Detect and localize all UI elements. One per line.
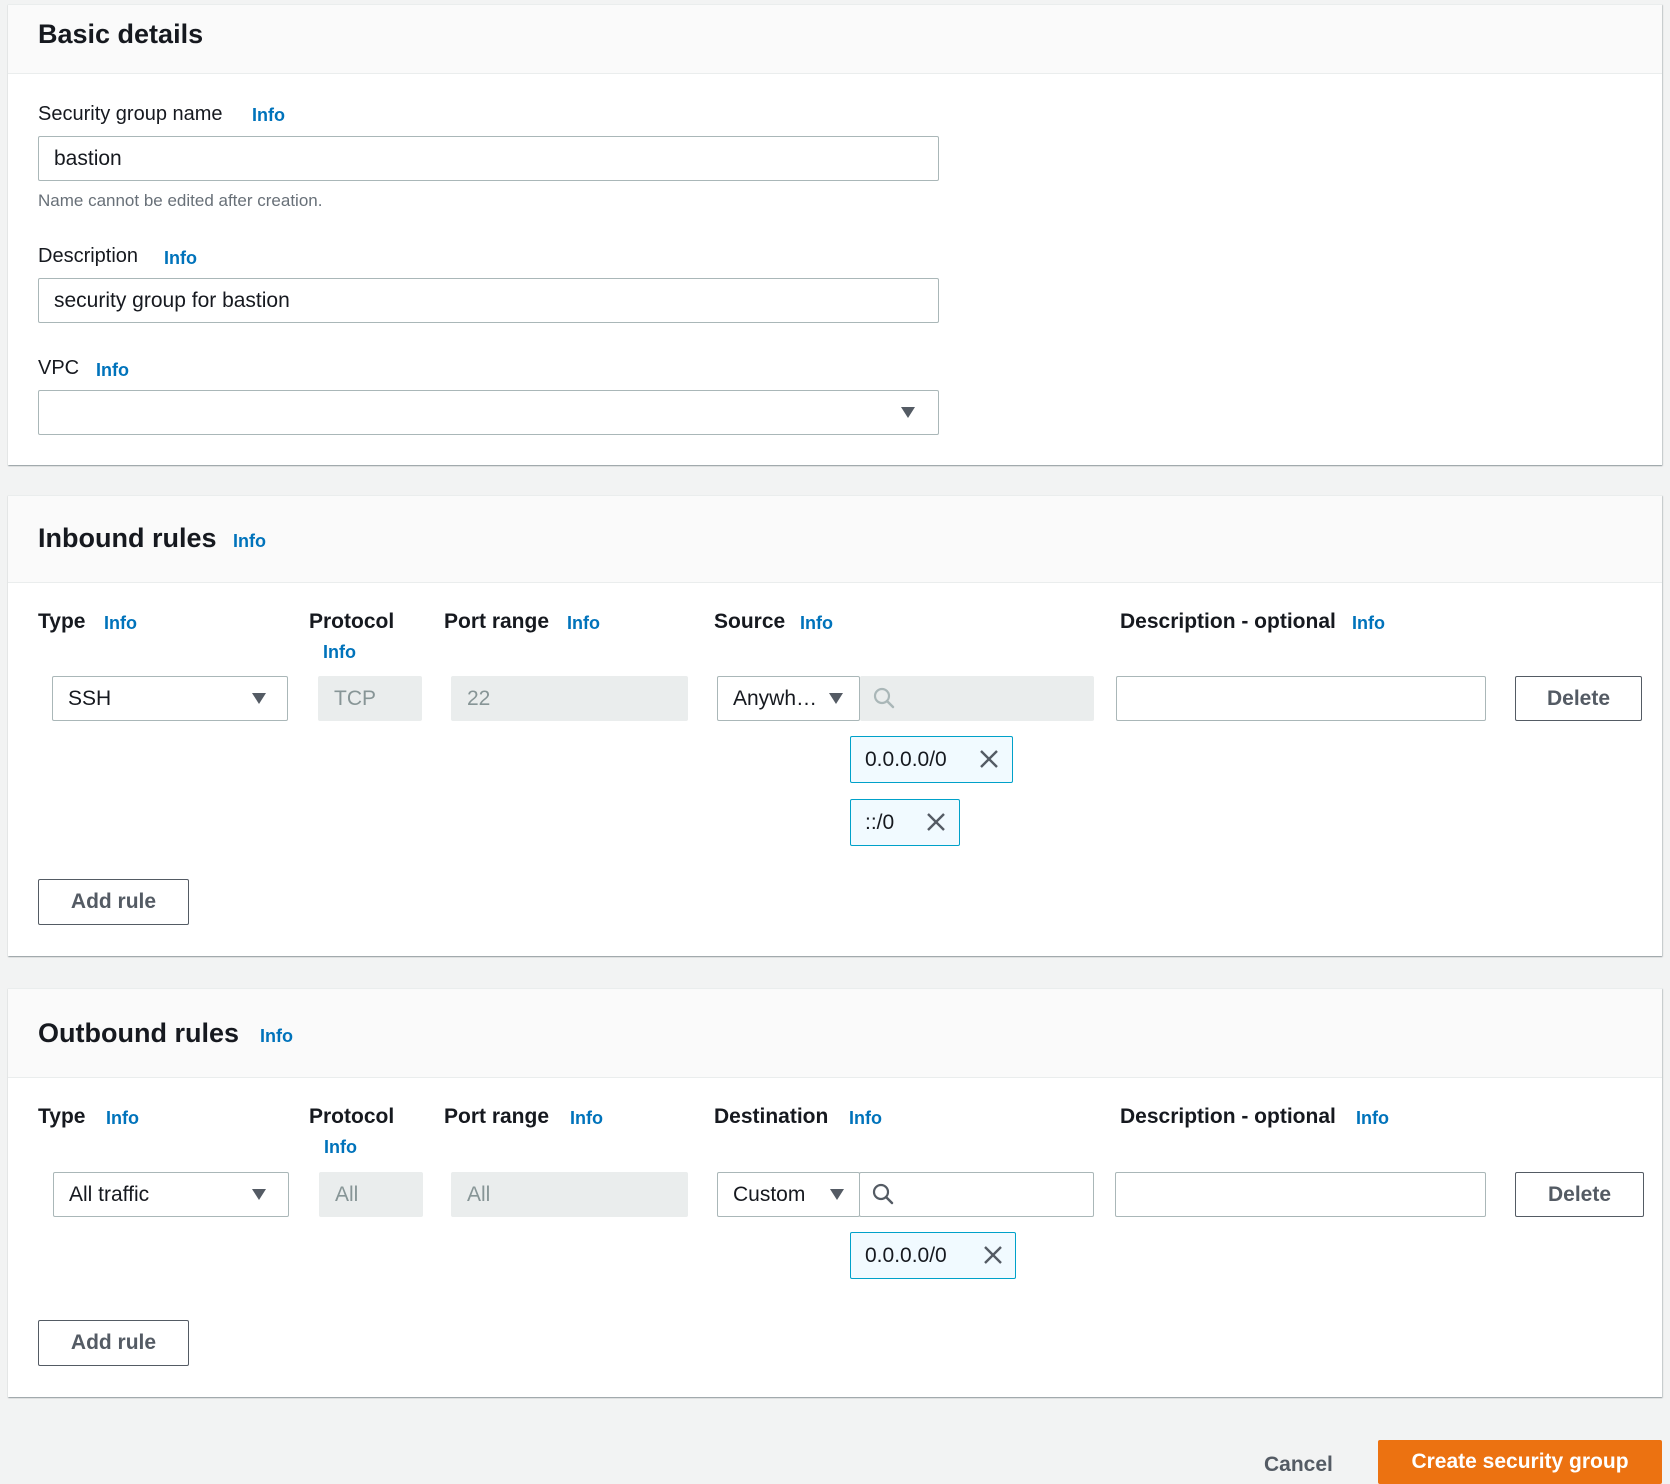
description-value: security group for bastion xyxy=(54,288,290,312)
inbound-source-search-input[interactable] xyxy=(860,676,1094,721)
close-icon[interactable] xyxy=(982,1244,1004,1266)
inbound-col-port-range: Port range xyxy=(444,610,550,633)
outbound-protocol-field: All xyxy=(319,1172,423,1217)
outbound-add-rule-button[interactable]: Add rule xyxy=(38,1320,189,1366)
outbound-col-port-range: Port range xyxy=(444,1105,550,1128)
outbound-destination-token-label: 0.0.0.0/0 xyxy=(865,1243,947,1267)
description-input[interactable]: security group for bastion xyxy=(38,278,939,323)
inbound-type-select[interactable]: SSH xyxy=(52,676,288,721)
inbound-col-description-info[interactable]: Info xyxy=(1352,613,1385,634)
security-group-name-label: Security group name xyxy=(38,103,223,125)
vpc-select[interactable] xyxy=(38,390,939,435)
outbound-col-description-info[interactable]: Info xyxy=(1356,1108,1389,1129)
chevron-down-icon xyxy=(252,693,266,704)
inbound-source-token: ::/0 xyxy=(850,799,960,846)
description-info-link[interactable]: Info xyxy=(164,248,197,269)
outbound-col-destination-info[interactable]: Info xyxy=(849,1108,882,1129)
inbound-type-value: SSH xyxy=(68,686,112,710)
inbound-description-input[interactable] xyxy=(1116,676,1486,721)
outbound-rules-info-link[interactable]: Info xyxy=(260,1026,293,1047)
inbound-col-source-info[interactable]: Info xyxy=(800,613,833,634)
outbound-type-value: All traffic xyxy=(69,1182,150,1206)
basic-details-panel: Basic details Security group name Info b… xyxy=(8,4,1662,465)
inbound-col-protocol-info[interactable]: Info xyxy=(323,642,356,663)
vpc-info-link[interactable]: Info xyxy=(96,360,129,381)
search-icon xyxy=(872,1183,894,1205)
close-icon[interactable] xyxy=(925,811,947,833)
outbound-port-range-field: All xyxy=(451,1172,688,1217)
inbound-col-source: Source xyxy=(714,610,786,633)
outbound-col-protocol: Protocol xyxy=(309,1105,395,1128)
chevron-down-icon xyxy=(829,693,843,704)
inbound-port-range-value: 22 xyxy=(467,686,491,710)
outbound-col-protocol-info[interactable]: Info xyxy=(324,1137,357,1158)
outbound-description-input[interactable] xyxy=(1115,1172,1486,1217)
vpc-label: VPC xyxy=(38,357,80,379)
cancel-button[interactable]: Cancel xyxy=(1264,1453,1333,1477)
inbound-col-type-info[interactable]: Info xyxy=(104,613,137,634)
outbound-col-type: Type xyxy=(38,1105,86,1128)
security-group-name-info-link[interactable]: Info xyxy=(252,105,285,126)
outbound-port-range-value: All xyxy=(467,1182,491,1206)
outbound-delete-button[interactable]: Delete xyxy=(1515,1172,1644,1217)
outbound-destination-token: 0.0.0.0/0 xyxy=(850,1232,1016,1279)
inbound-col-description: Description - optional xyxy=(1120,610,1336,633)
outbound-rules-title: Outbound rules xyxy=(38,1018,239,1048)
inbound-col-port-range-info[interactable]: Info xyxy=(567,613,600,634)
chevron-down-icon xyxy=(830,1189,844,1200)
outbound-protocol-value: All xyxy=(335,1182,359,1206)
security-group-name-input[interactable]: bastion xyxy=(38,136,939,181)
chevron-down-icon xyxy=(901,407,915,418)
inbound-source-type-select[interactable]: Anywh… xyxy=(717,676,860,721)
chevron-down-icon xyxy=(252,1189,266,1200)
outbound-col-description: Description - optional xyxy=(1120,1105,1336,1128)
inbound-delete-button[interactable]: Delete xyxy=(1515,676,1642,721)
inbound-port-range-field: 22 xyxy=(451,676,688,721)
inbound-add-rule-button[interactable]: Add rule xyxy=(38,879,189,925)
outbound-rules-header xyxy=(8,989,1662,1078)
outbound-destination-type-select[interactable]: Custom xyxy=(717,1172,860,1217)
inbound-rules-panel: Inbound rules Info Type Info Protocol In… xyxy=(8,495,1662,956)
description-label: Description xyxy=(38,245,139,267)
outbound-col-port-range-info[interactable]: Info xyxy=(570,1108,603,1129)
outbound-col-type-info[interactable]: Info xyxy=(106,1108,139,1129)
outbound-destination-search-input[interactable] xyxy=(859,1172,1094,1217)
inbound-rules-title: Inbound rules xyxy=(38,523,217,553)
outbound-col-destination: Destination xyxy=(714,1105,829,1128)
inbound-source-type-value: Anywh… xyxy=(733,686,818,710)
outbound-destination-type-value: Custom xyxy=(733,1182,806,1206)
inbound-col-protocol: Protocol xyxy=(309,610,395,633)
inbound-rules-info-link[interactable]: Info xyxy=(233,531,266,552)
inbound-source-token: 0.0.0.0/0 xyxy=(850,736,1013,783)
security-group-name-value: bastion xyxy=(54,146,122,170)
outbound-rules-panel: Outbound rules Info Type Info Protocol I… xyxy=(8,988,1662,1397)
basic-details-header xyxy=(8,5,1662,74)
basic-details-title: Basic details xyxy=(38,19,204,49)
inbound-source-token-label: 0.0.0.0/0 xyxy=(865,747,947,771)
inbound-col-type: Type xyxy=(38,610,86,633)
outbound-type-select[interactable]: All traffic xyxy=(53,1172,289,1217)
close-icon[interactable] xyxy=(978,748,1000,770)
create-security-group-button[interactable]: Create security group xyxy=(1378,1440,1662,1484)
inbound-protocol-field: TCP xyxy=(318,676,422,721)
inbound-protocol-value: TCP xyxy=(334,686,376,710)
search-icon xyxy=(873,687,895,709)
security-group-name-hint: Name cannot be edited after creation. xyxy=(38,191,323,210)
inbound-source-token-label: ::/0 xyxy=(865,810,895,834)
